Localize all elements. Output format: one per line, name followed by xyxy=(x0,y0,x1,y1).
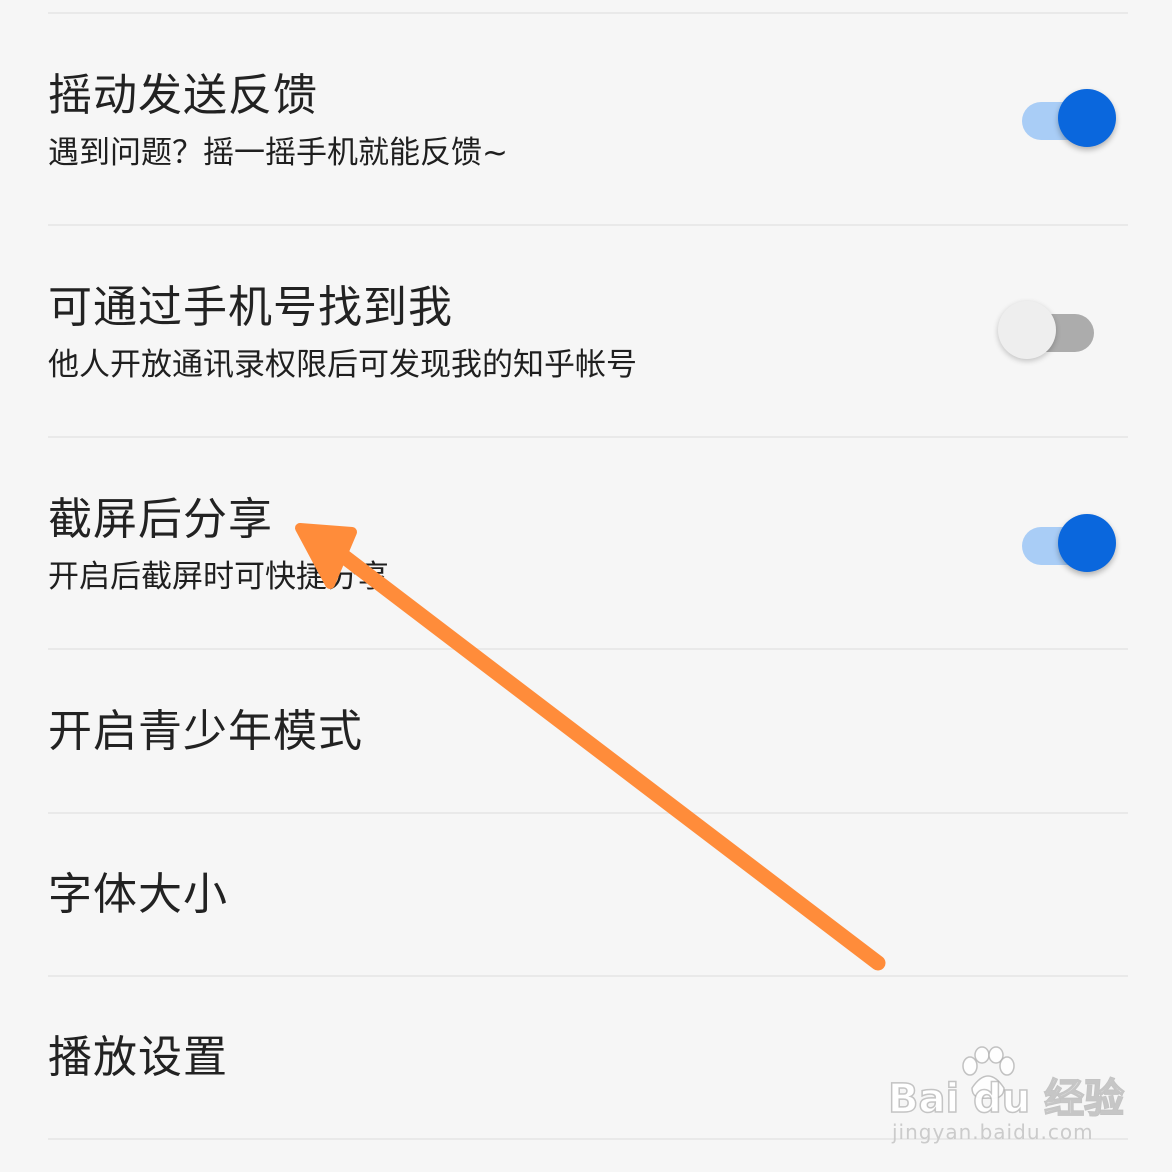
baidu-jingyan-watermark: Bai du 经验 jingyan.baidu.com xyxy=(887,1046,1125,1146)
watermark-logo: Bai du 经验 xyxy=(887,1075,1125,1123)
watermark-url: jingyan.baidu.com xyxy=(892,1120,1094,1144)
arrow-icon xyxy=(295,523,886,971)
